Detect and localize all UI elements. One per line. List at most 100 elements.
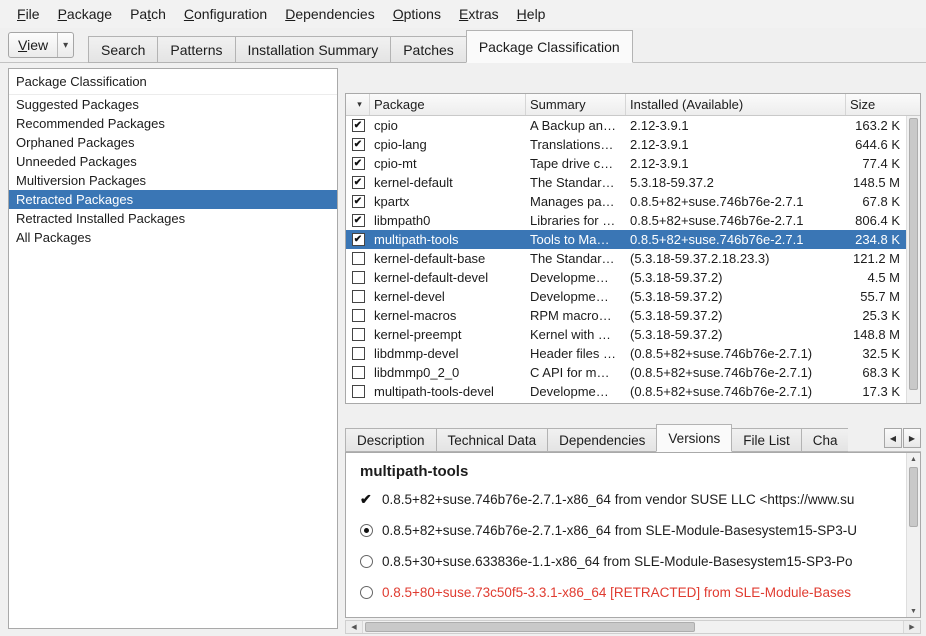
- menu-item-dependencies[interactable]: Dependencies: [276, 0, 384, 28]
- scroll-right-icon[interactable]: ▶: [903, 621, 920, 633]
- menu-item-options[interactable]: Options: [384, 0, 450, 28]
- menu-item-configuration[interactable]: Configuration: [175, 0, 276, 28]
- menu-item-package[interactable]: Package: [49, 0, 122, 28]
- tab-description[interactable]: Description: [345, 428, 437, 452]
- table-row[interactable]: multipath-tools-devel Developme… (0.8.5+…: [346, 382, 906, 401]
- tab-versions[interactable]: Versions: [656, 424, 732, 452]
- tab-search[interactable]: Search: [88, 36, 158, 63]
- column-header-installed[interactable]: Installed (Available): [626, 94, 846, 115]
- column-header-package[interactable]: Package: [370, 94, 526, 115]
- checkbox-unchecked[interactable]: [352, 271, 365, 284]
- checkbox-checked[interactable]: ✔: [352, 138, 365, 151]
- cell-summary: C API for m…: [526, 365, 626, 380]
- checkbox-unchecked[interactable]: [352, 309, 365, 322]
- checkbox-unchecked[interactable]: [352, 347, 365, 360]
- cell-status: [346, 328, 370, 341]
- checkbox-checked[interactable]: ✔: [352, 195, 365, 208]
- detail-horizontal-scrollbar[interactable]: ◀ ▶: [345, 620, 921, 634]
- checkbox-checked[interactable]: ✔: [352, 214, 365, 227]
- version-row[interactable]: ✔ 0.8.5+82+suse.746b76e-2.7.1-x86_64 fro…: [346, 484, 920, 515]
- sidebar-item-retracted-packages[interactable]: Retracted Packages: [9, 190, 337, 209]
- tab-installation-summary[interactable]: Installation Summary: [235, 36, 392, 63]
- checkbox-unchecked[interactable]: [352, 290, 365, 303]
- column-header-summary[interactable]: Summary: [526, 94, 626, 115]
- table-row[interactable]: kernel-macros RPM macro… (5.3.18-59.37.2…: [346, 306, 906, 325]
- table-row[interactable]: ✔ kpartx Manages pa… 0.8.5+82+suse.746b7…: [346, 192, 906, 211]
- cell-size: 148.5 M: [846, 175, 906, 190]
- scroll-right-icon[interactable]: ▶: [903, 428, 921, 448]
- table-row[interactable]: kernel-devel Developme… (5.3.18-59.37.2)…: [346, 287, 906, 306]
- menu-item-patch[interactable]: Patch: [121, 0, 175, 28]
- version-row[interactable]: 0.8.5+30+suse.633836e-1.1-x86_64 from SL…: [346, 546, 920, 577]
- sidebar-item-unneeded-packages[interactable]: Unneeded Packages: [9, 152, 337, 171]
- table-row[interactable]: ✔ libmpath0 Libraries for … 0.8.5+82+sus…: [346, 211, 906, 230]
- detail-vertical-scrollbar[interactable]: ▲ ▼: [906, 453, 920, 617]
- sidebar-item-retracted-installed-packages[interactable]: Retracted Installed Packages: [9, 209, 337, 228]
- sidebar-item-recommended-packages[interactable]: Recommended Packages: [9, 114, 337, 133]
- table-row[interactable]: libdmmp-devel Header files … (0.8.5+82+s…: [346, 344, 906, 363]
- tab-changelog[interactable]: Cha: [801, 428, 849, 452]
- cell-installed: 0.8.5+82+suse.746b76e-2.7.1: [626, 232, 846, 247]
- table-row[interactable]: ✔ kernel-default The Standar… 5.3.18-59.…: [346, 173, 906, 192]
- menu-label: H: [517, 6, 527, 22]
- column-header-size[interactable]: Size: [846, 94, 920, 115]
- checkbox-unchecked[interactable]: [352, 385, 365, 398]
- view-menu-button[interactable]: View ▾: [8, 32, 74, 58]
- tab-patches[interactable]: Patches: [390, 36, 467, 63]
- tab-patterns[interactable]: Patterns: [157, 36, 235, 63]
- table-vertical-scrollbar[interactable]: [906, 116, 920, 403]
- radio-unselected-icon[interactable]: [360, 586, 373, 599]
- sidebar-item-all-packages[interactable]: All Packages: [9, 228, 337, 247]
- table-row-selected[interactable]: ✔ multipath-tools Tools to Ma… 0.8.5+82+…: [346, 230, 906, 249]
- tab-technical-data[interactable]: Technical Data: [436, 428, 549, 452]
- checkbox-checked[interactable]: ✔: [352, 119, 365, 132]
- scrollbar-track[interactable]: [363, 621, 903, 633]
- version-text: 0.8.5+82+suse.746b76e-2.7.1-x86_64 from …: [382, 492, 920, 507]
- scroll-down-icon[interactable]: ▼: [907, 605, 920, 617]
- menu-item-extras[interactable]: Extras: [450, 0, 508, 28]
- cell-size: 55.7 M: [846, 289, 906, 304]
- table-row[interactable]: ✔ cpio A Backup an… 2.12-3.9.1 163.2 K: [346, 116, 906, 135]
- scrollbar-thumb[interactable]: [909, 467, 918, 527]
- menu-item-file[interactable]: File: [8, 0, 49, 28]
- table-row[interactable]: libdmmp0_2_0 C API for m… (0.8.5+82+suse…: [346, 363, 906, 382]
- tab-file-list[interactable]: File List: [731, 428, 802, 452]
- checkbox-unchecked[interactable]: [352, 328, 365, 341]
- scroll-left-icon[interactable]: ◀: [346, 621, 363, 633]
- cell-size: 234.8 K: [846, 232, 906, 247]
- table-row[interactable]: kernel-preempt Kernel with … (5.3.18-59.…: [346, 325, 906, 344]
- scrollbar-thumb[interactable]: [365, 622, 695, 632]
- cell-status: ✔: [346, 195, 370, 208]
- cell-summary: A Backup an…: [526, 118, 626, 133]
- column-header-status[interactable]: ▾: [346, 94, 370, 115]
- classification-header[interactable]: Package Classification: [9, 69, 337, 95]
- table-row[interactable]: kernel-default-devel Developme… (5.3.18-…: [346, 268, 906, 287]
- radio-selected-icon[interactable]: [360, 524, 373, 537]
- sidebar-item-suggested-packages[interactable]: Suggested Packages: [9, 95, 337, 114]
- menu-item-help[interactable]: Help: [508, 0, 555, 28]
- tab-dependencies[interactable]: Dependencies: [547, 428, 657, 452]
- cell-size: 32.5 K: [846, 346, 906, 361]
- menu-label: onfiguration: [194, 6, 267, 22]
- cell-status: [346, 347, 370, 360]
- scroll-left-icon[interactable]: ◀: [884, 428, 902, 448]
- sidebar-item-orphaned-packages[interactable]: Orphaned Packages: [9, 133, 337, 152]
- scrollbar-thumb[interactable]: [909, 118, 918, 390]
- sidebar-item-multiversion-packages[interactable]: Multiversion Packages: [9, 171, 337, 190]
- cell-package: cpio-mt: [370, 156, 526, 171]
- checkbox-checked[interactable]: ✔: [352, 176, 365, 189]
- checkbox-checked[interactable]: ✔: [352, 233, 365, 246]
- table-row[interactable]: ✔ cpio-lang Translations… 2.12-3.9.1 644…: [346, 135, 906, 154]
- table-row[interactable]: kernel-default-base The Standar… (5.3.18…: [346, 249, 906, 268]
- version-row[interactable]: 0.8.5+82+suse.746b76e-2.7.1-x86_64 from …: [346, 515, 920, 546]
- radio-unselected-icon[interactable]: [360, 555, 373, 568]
- check-icon: ✔: [354, 216, 362, 226]
- checkbox-unchecked[interactable]: [352, 366, 365, 379]
- version-row[interactable]: 0.8.5+80+suse.73c50f5-3.3.1-x86_64 [RETR…: [346, 577, 920, 608]
- tab-package-classification[interactable]: Package Classification: [466, 30, 633, 63]
- package-table: ▾ Package Summary Installed (Available) …: [345, 93, 921, 404]
- checkbox-unchecked[interactable]: [352, 252, 365, 265]
- table-row[interactable]: ✔ cpio-mt Tape drive c… 2.12-3.9.1 77.4 …: [346, 154, 906, 173]
- checkbox-checked[interactable]: ✔: [352, 157, 365, 170]
- scroll-up-icon[interactable]: ▲: [907, 453, 920, 465]
